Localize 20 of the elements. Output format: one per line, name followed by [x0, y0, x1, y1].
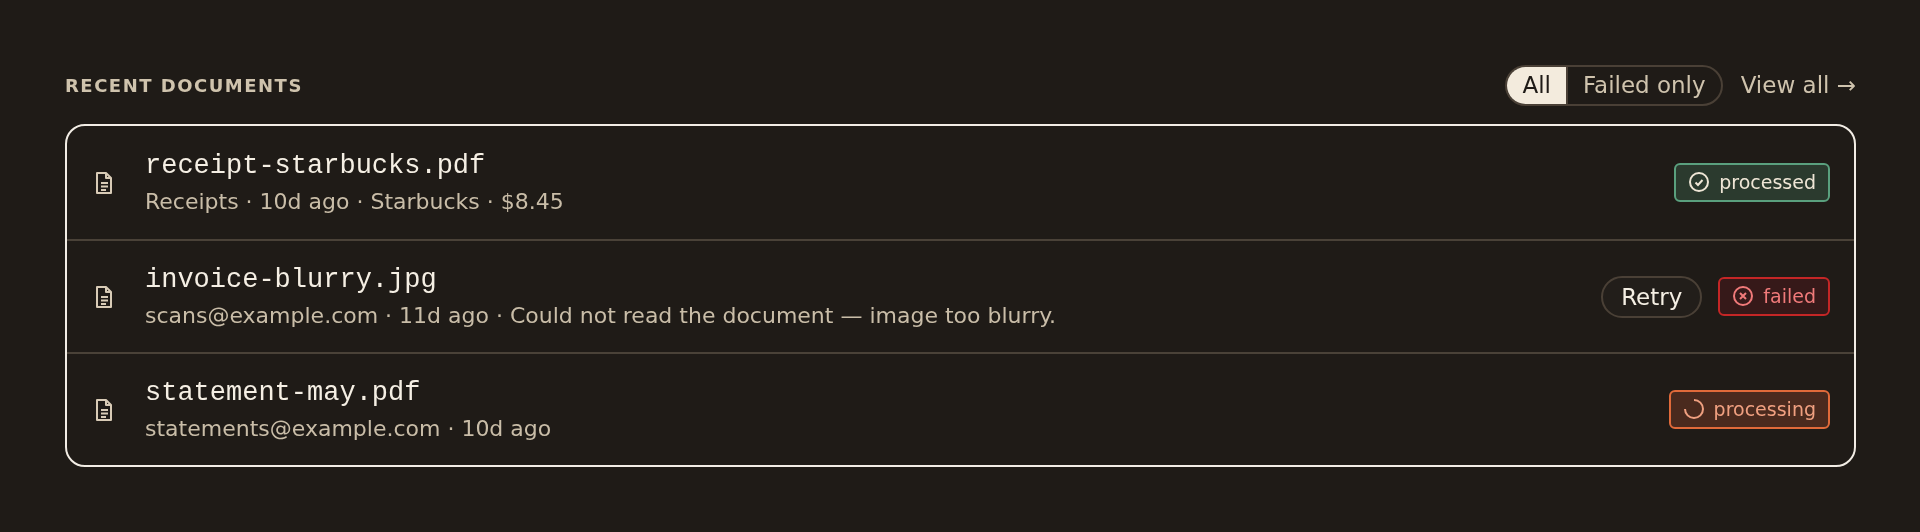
status-badge: processing: [1668, 390, 1830, 429]
document-icon: [94, 170, 114, 195]
filter-tab[interactable]: Failed only: [1565, 66, 1721, 104]
filter-tab[interactable]: All: [1507, 66, 1566, 104]
file-details: scans@example.com · 11d ago · Could not read the document — image too blurry.: [145, 303, 1058, 328]
section-title: RECENT DOCUMENTS: [65, 74, 303, 96]
retry-button[interactable]: Retry: [1601, 275, 1703, 318]
view-all-link[interactable]: View all →: [1740, 72, 1856, 98]
file-details: Receipts · 10d ago · Starbucks · $8.45: [145, 189, 565, 214]
check-circle-icon: [1688, 171, 1711, 193]
document-icon: [94, 397, 114, 422]
file-name: receipt-starbucks.pdf: [145, 151, 487, 181]
status-badge: processed: [1674, 163, 1830, 202]
spinner-icon: [1682, 398, 1705, 420]
file-details: statements@example.com · 10d ago: [145, 416, 553, 441]
file-name: statement-may.pdf: [145, 378, 422, 408]
file-name: invoice-blurry.jpg: [145, 265, 438, 295]
status-badge: failed: [1718, 277, 1830, 316]
x-circle-icon: [1732, 285, 1755, 307]
document-icon: [94, 284, 114, 309]
